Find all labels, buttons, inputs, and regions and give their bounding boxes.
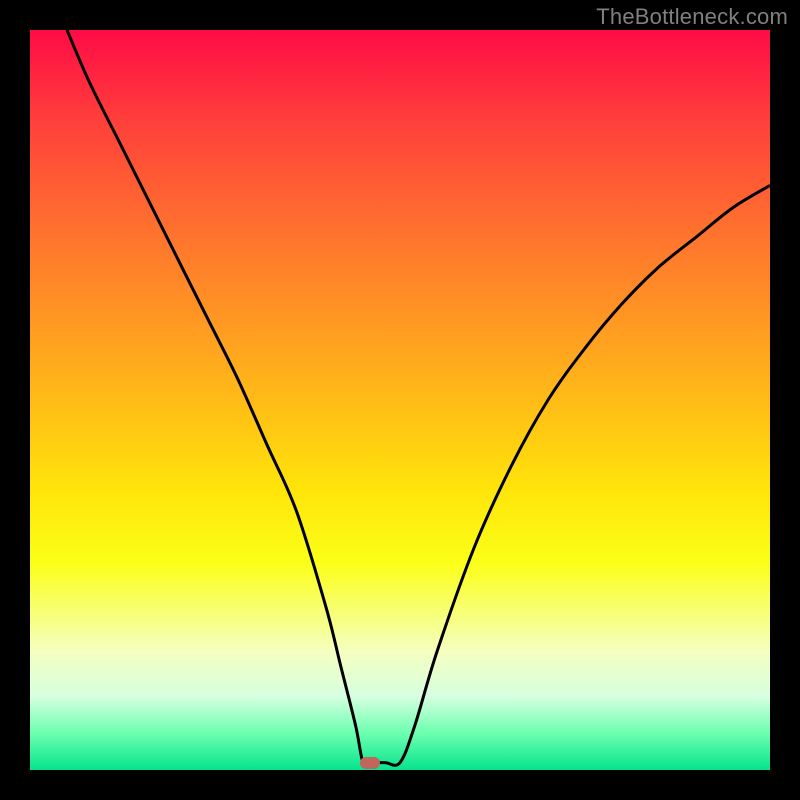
curve-path [67,30,770,765]
optimal-marker [360,757,380,769]
plot-area [30,30,770,770]
watermark-text: TheBottleneck.com [596,4,788,30]
chart-frame: TheBottleneck.com [0,0,800,800]
bottleneck-curve [30,30,770,770]
